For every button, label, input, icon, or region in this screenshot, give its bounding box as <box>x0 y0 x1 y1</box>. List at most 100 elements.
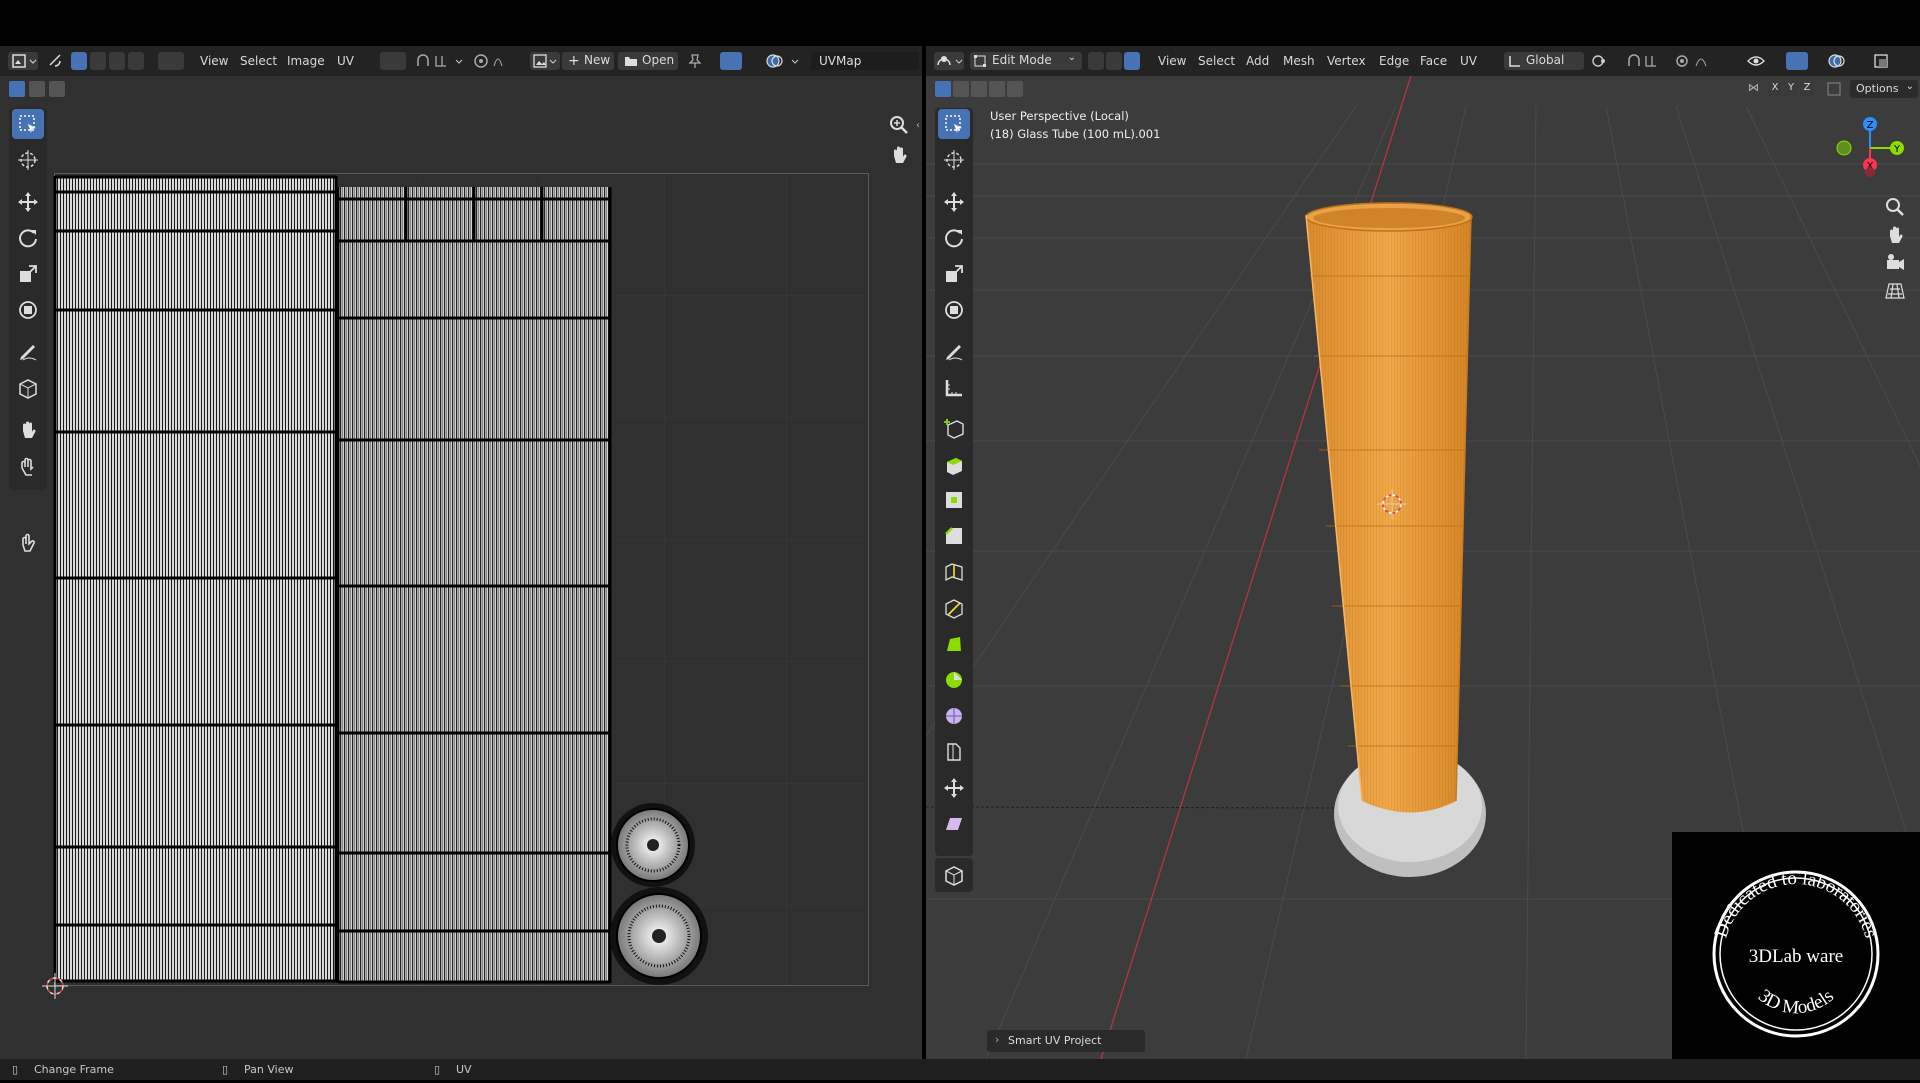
inset-faces-tool[interactable] <box>938 485 970 515</box>
knife-tool[interactable] <box>938 593 970 623</box>
auto-merge-icon[interactable] <box>1826 81 1842 97</box>
cursor-tool[interactable] <box>12 145 44 175</box>
smooth-tool[interactable] <box>938 701 970 731</box>
shear-icon <box>946 818 962 830</box>
spin-tool[interactable] <box>938 665 970 695</box>
select-mode-extend-icon[interactable] <box>953 81 969 97</box>
grab-tool[interactable] <box>12 415 44 445</box>
mirror-y-toggle[interactable]: Y <box>1784 82 1798 96</box>
move-3d-tool[interactable] <box>938 187 970 217</box>
snap-icon[interactable] <box>1626 52 1670 70</box>
svg-text:Dedicated to laboratories: Dedicated to laboratories <box>1711 868 1882 940</box>
measure-tool[interactable] <box>938 373 970 403</box>
pivot-icon[interactable] <box>1590 52 1620 70</box>
select-box-3d-icon <box>945 115 962 133</box>
visibility-icon[interactable] <box>1746 52 1784 70</box>
select-mode-subtract-icon[interactable] <box>971 81 987 97</box>
annotate-tool[interactable] <box>12 337 44 367</box>
shrink-fatten-icon <box>944 778 964 798</box>
editor-type-button-3d[interactable] <box>934 52 964 70</box>
overlays-3d-icon[interactable] <box>1826 52 1866 70</box>
shrink-fatten-tool[interactable] <box>938 773 970 803</box>
add-cube-tool[interactable] <box>938 413 970 443</box>
bevel-tool[interactable] <box>938 521 970 551</box>
camera-icon[interactable] <box>1884 252 1906 274</box>
select-mode-intersect-icon[interactable] <box>1007 81 1023 97</box>
viewport-subheader: ⋈ X Y Z Options ⌄ <box>926 76 1920 104</box>
menu-edge[interactable]: Edge <box>1379 53 1409 69</box>
chevron-down-icon: ⌄ <box>1905 81 1914 92</box>
transform-tool[interactable] <box>12 295 44 325</box>
mirror-z-toggle[interactable]: Z <box>1800 82 1814 96</box>
zoom-3d-icon[interactable] <box>1884 196 1906 218</box>
rotate-3d-tool[interactable] <box>938 223 970 253</box>
mirror-icon[interactable]: ⋈ <box>1748 81 1762 97</box>
glass-tube-mesh[interactable] <box>1305 202 1473 813</box>
shear-tool[interactable] <box>938 809 970 839</box>
viewport-toolbar <box>935 108 973 856</box>
pan-3d-hand-icon[interactable] <box>1884 224 1906 246</box>
vertex-select-icon[interactable] <box>1088 52 1104 70</box>
rip-region-3d-tool[interactable] <box>938 860 970 890</box>
menu-add[interactable]: Add <box>1246 53 1269 69</box>
annotate-3d-tool[interactable] <box>938 337 970 367</box>
xray-icon[interactable] <box>1872 52 1912 70</box>
uv-canvas[interactable] <box>0 46 922 1059</box>
menu-select-3d[interactable]: Select <box>1198 53 1235 69</box>
options-dropdown[interactable]: Options ⌄ <box>1850 80 1918 98</box>
operator-panel[interactable]: › Smart UV Project <box>987 1030 1145 1052</box>
pan-hand-icon[interactable] <box>888 144 910 166</box>
navigation-gizmo[interactable]: Z Y X <box>1830 112 1910 192</box>
edge-slide-icon <box>947 743 961 761</box>
relax-tool[interactable] <box>12 451 44 481</box>
add-cube-icon <box>944 419 964 439</box>
pinch-tool[interactable] <box>12 528 44 558</box>
perspective-grid-icon[interactable] <box>1884 280 1906 302</box>
gizmo-z-label: Z <box>1867 120 1874 131</box>
extrude-region-tool[interactable] <box>938 449 970 479</box>
uv-editor[interactable]: View Select Image UV + New Open UVMap ‹ <box>0 46 922 1059</box>
viewport-header: Edit Mode ⌄ View Select Add Mesh Vertex … <box>926 46 1920 76</box>
scale-tool[interactable] <box>12 259 44 289</box>
transform-3d-tool[interactable] <box>938 295 970 325</box>
poly-build-icon <box>947 637 961 651</box>
sidebar-toggle-icon[interactable]: ‹ <box>916 120 922 132</box>
menu-view-3d[interactable]: View <box>1158 53 1186 69</box>
rip-region-tool[interactable] <box>12 373 44 403</box>
menu-uv-3d[interactable]: UV <box>1460 53 1477 69</box>
watermark-top-text: Dedicated to laboratories <box>1711 868 1882 940</box>
mirror-x-toggle[interactable]: X <box>1768 82 1782 96</box>
relax-hand-icon <box>21 457 34 476</box>
select-box-3d-tool[interactable] <box>938 109 970 139</box>
move-tool[interactable] <box>12 187 44 217</box>
transform-orientation-dropdown[interactable]: Global <box>1504 52 1584 70</box>
status-bar: ▯ Change Frame ▯ Pan View ▯ UV <box>0 1059 1920 1080</box>
3d-viewport-icon <box>937 56 963 66</box>
cursor-3d-tool[interactable] <box>938 145 970 175</box>
zoom-icon[interactable] <box>888 114 910 136</box>
rotate-tool[interactable] <box>12 223 44 253</box>
edit-mode-icon <box>974 55 986 67</box>
select-box-tool[interactable] <box>12 109 44 139</box>
menu-vertex[interactable]: Vertex <box>1327 53 1366 69</box>
edge-select-icon[interactable] <box>1106 52 1122 70</box>
loop-cut-tool[interactable] <box>938 557 970 587</box>
cursor-icon <box>18 150 38 170</box>
rip-icon <box>19 379 37 399</box>
mouse-right-icon: ▯ <box>434 1063 441 1076</box>
mode-dropdown[interactable]: Edit Mode ⌄ <box>970 52 1082 70</box>
menu-face[interactable]: Face <box>1420 53 1447 69</box>
mode-label: Edit Mode <box>992 53 1052 67</box>
status-uv: UV <box>456 1063 472 1076</box>
menu-mesh[interactable]: Mesh <box>1283 53 1315 69</box>
face-select-icon[interactable] <box>1124 52 1140 70</box>
select-mode-set-icon[interactable] <box>935 81 951 97</box>
spin-icon <box>946 672 962 688</box>
options-label: Options <box>1856 82 1899 95</box>
edge-slide-tool[interactable] <box>938 737 970 767</box>
scale-3d-tool[interactable] <box>938 259 970 289</box>
gizmo-toggle-3d-icon[interactable] <box>1786 52 1808 70</box>
proportional-edit-icon[interactable] <box>1674 52 1726 70</box>
select-mode-invert-icon[interactable] <box>989 81 1005 97</box>
poly-build-tool[interactable] <box>938 629 970 659</box>
